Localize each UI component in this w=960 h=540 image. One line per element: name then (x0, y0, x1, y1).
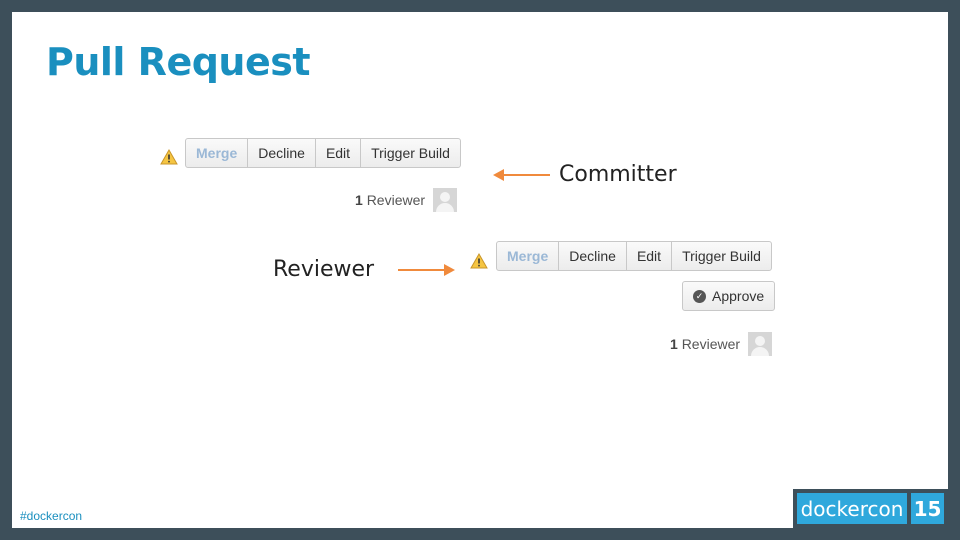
committer-reviewer-summary: 1 Reviewer (355, 188, 458, 212)
edit-button[interactable]: Edit (627, 242, 673, 270)
hashtag: #dockercon (20, 509, 83, 523)
reviewer-count: 1 (670, 336, 678, 352)
reviewer-count: 1 (355, 192, 363, 208)
warning-icon (160, 149, 178, 165)
committer-button-group: Merge Decline Edit Trigger Build (185, 138, 461, 168)
approve-button[interactable]: ✓ Approve (682, 281, 776, 311)
reviewer-button-group: Merge Decline Edit Trigger Build (496, 241, 772, 271)
approve-label: Approve (712, 288, 765, 304)
dockercon-number: 15 (911, 493, 944, 524)
decline-button[interactable]: Decline (559, 242, 627, 270)
merge-button[interactable]: Merge (497, 242, 560, 270)
decline-button[interactable]: Decline (248, 139, 316, 167)
reviewer-reviewer-summary: 1 Reviewer (670, 332, 773, 356)
reviewer-callout: Reviewer (273, 257, 375, 282)
arrow-left-icon (493, 169, 550, 181)
warning-icon (470, 253, 488, 269)
dockercon-wordmark: dockercon (797, 493, 907, 524)
committer-callout: Committer (559, 162, 677, 187)
slide: Pull Request Merge Decline Edit Trigger … (12, 12, 948, 528)
trigger-build-button[interactable]: Trigger Build (361, 139, 460, 167)
edit-button[interactable]: Edit (316, 139, 362, 167)
arrow-right-icon (398, 264, 455, 276)
dockercon-logo: dockercon 15 (793, 489, 948, 528)
avatar-icon[interactable] (433, 188, 458, 212)
avatar-icon[interactable] (748, 332, 773, 356)
slide-title: Pull Request (46, 40, 311, 84)
reviewer-label: Reviewer (366, 192, 426, 208)
merge-button[interactable]: Merge (186, 139, 249, 167)
trigger-build-button[interactable]: Trigger Build (672, 242, 771, 270)
check-circle-icon: ✓ (693, 289, 706, 303)
reviewer-label: Reviewer (681, 336, 741, 352)
